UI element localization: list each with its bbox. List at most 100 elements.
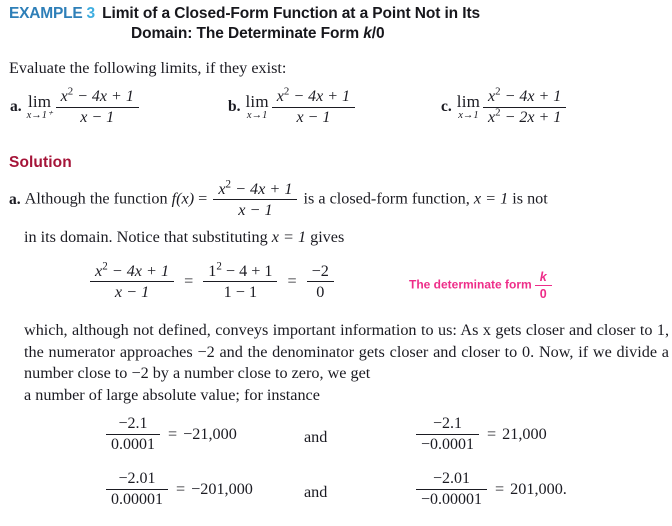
explanation-paragraph-text: which, although not defined, conveys imp…: [24, 321, 669, 382]
determinate-note-text: The determinate form: [409, 277, 532, 292]
limit-subscript-c: x→1: [458, 110, 479, 122]
bottom-row-2-left-fraction: −2.01 0.00001: [106, 470, 168, 509]
bottom-row-1-left-equals: =: [168, 424, 178, 443]
problem-letter-b: b.: [228, 98, 241, 116]
bottom-row-1-left-value: −21,000: [183, 424, 237, 443]
problem-letter-a: a.: [10, 98, 22, 116]
fraction-denominator-c: x2 − 2x + 1: [483, 106, 567, 127]
solution-x-equals-1: x = 1: [473, 189, 509, 208]
bottom-row-2-right-denominator: −0.00001: [416, 488, 488, 509]
bottom-row-1-left-denominator: 0.0001: [106, 433, 160, 454]
fraction-numerator-c: x2 − 4x + 1: [483, 86, 566, 107]
example-title-text-2-pre: Domain: The Determinate Form: [131, 25, 364, 42]
limit-problem-b: b. lim x→1 x2 − 4x + 1x − 1: [228, 86, 357, 127]
determinate-form-annotation: The determinate form k 0: [409, 270, 554, 301]
fraction-a: x2 − 4x + 1x − 1: [55, 86, 139, 127]
example-title-text: Limit of a Closed-Form Function at a Poi…: [102, 5, 481, 22]
solution-part-a-line-2: in its domain. Notice that substituting …: [24, 227, 344, 248]
limit-operator-label-a: lim: [27, 92, 52, 112]
limits-problem-row: a. lim x→1⁺ x2 − 4x + 1x − 1 b. lim x→1 x2 − 4…: [0, 86, 672, 146]
example-title-line-2: Domain: The Determinate Form k/0: [131, 25, 385, 43]
display-equals-2: =: [287, 272, 297, 291]
determinate-note-numerator: k: [539, 270, 547, 284]
limit-subscript-b: x→1: [246, 110, 268, 122]
limit-problem-c: c. lim x→1 x2 − 4x + 1 x2 − 2x + 1: [441, 86, 568, 127]
display-fraction-2: 12 − 4 + 11 − 1: [203, 261, 278, 301]
solution-equals: =: [194, 189, 212, 208]
bottom-row-1-left-numerator: −2.1: [118, 415, 148, 432]
bottom-row-2-left-equals: =: [176, 479, 186, 498]
num-var-b: x: [276, 88, 284, 105]
bottom-row-2-right-numerator: −2.01: [433, 470, 471, 487]
limit-operator-b: lim x→1: [246, 93, 269, 122]
solution-text-post: is a closed-form function,: [299, 189, 474, 208]
determinate-note-denominator: 0: [534, 285, 552, 301]
evaluate-instruction: Evaluate the following limits, if they e…: [9, 59, 287, 77]
num-rest-c: − 4x + 1: [500, 88, 562, 105]
function-fx: f(x): [171, 189, 195, 208]
display-frac3-numerator: −2: [311, 262, 329, 280]
bottom-row-2-left-denominator: 0.00001: [106, 488, 168, 509]
fraction-b: x2 − 4x + 1x − 1: [271, 86, 356, 127]
solution-fraction-denominator: x − 1: [213, 199, 298, 219]
bottom-row-2-right-equals: =: [495, 479, 505, 498]
eq2-num-rest: − 4 + 1: [221, 262, 273, 280]
fraction-c: x2 − 4x + 1 x2 − 2x + 1: [483, 86, 567, 127]
solution-part-letter-a: a.: [9, 191, 21, 209]
fraction-denominator-a: x − 1: [55, 106, 139, 127]
solution-fraction: x2 − 4x + 1x − 1: [213, 179, 298, 219]
example-title-line-1: EXAMPLE 3 Limit of a Closed-Form Function …: [9, 3, 665, 24]
num-rest-b: − 4x + 1: [289, 88, 351, 105]
bottom-row-1-right-numerator: −2.1: [433, 415, 463, 432]
limit-operator-label-c: lim: [456, 92, 481, 112]
bottom-row-2-right-fraction: −2.01 −0.00001: [416, 470, 488, 509]
display-frac2-numerator: 12 − 4 + 1: [203, 261, 277, 281]
problem-letter-c: c.: [441, 98, 452, 116]
solution-part-a-line-1: a. Although the function f(x) = x2 − 4x +…: [9, 179, 669, 219]
eq1-num-rest: − 4x + 1: [107, 262, 170, 280]
limit-problem-a: a. lim x→1⁺ x2 − 4x + 1x − 1: [10, 86, 141, 127]
bottom-row-2-right: −2.01 −0.00001 = 201,000.: [414, 470, 567, 509]
num-var-a: x: [60, 88, 68, 105]
sol-num-rest: − 4x + 1: [231, 180, 293, 198]
bottom-row-2-conjunction: and: [304, 483, 328, 501]
bottom-row-1-left: −2.1 0.0001 = −21,000: [104, 415, 237, 454]
solution-line2-pre: in its domain. Notice that substituting: [24, 228, 272, 246]
explanation-paragraph-last-line: a number of large absolute value; for in…: [24, 385, 320, 404]
limit-operator-c: lim x→1: [457, 93, 480, 122]
fraction-numerator-b: x2 − 4x + 1: [272, 86, 355, 107]
bottom-row-1-left-fraction: −2.1 0.0001: [106, 415, 160, 454]
limit-subscript-a: x→1⁺: [26, 110, 53, 122]
den-rest-c: − 2x + 1: [500, 108, 562, 126]
bottom-row-1-right-fraction: −2.1 −0.0001: [416, 415, 480, 454]
solution-line2-x-equals-1: x = 1: [271, 228, 307, 246]
bottom-row-2-left-numerator: −2.01: [118, 470, 156, 487]
fraction-denominator-b: x − 1: [271, 106, 356, 127]
fraction-numerator-a: x2 − 4x + 1: [56, 86, 139, 107]
num-rest-a: − 4x + 1: [73, 88, 134, 105]
solution-line2-post: gives: [306, 228, 345, 246]
display-fraction-1: x2 − 4x + 1x − 1: [90, 261, 175, 301]
solution-heading: Solution: [9, 154, 72, 171]
display-frac1-numerator: x2 − 4x + 1: [90, 261, 174, 281]
explanation-paragraph: which, although not defined, conveys imp…: [24, 320, 669, 406]
bottom-row-2-left-value: −201,000: [191, 479, 253, 498]
sol-num-var: x: [218, 180, 226, 198]
solution-text-tail: is not: [508, 189, 548, 208]
display-frac1-denominator: x − 1: [90, 281, 175, 301]
limit-operator-a: lim x→1⁺: [27, 93, 53, 122]
bottom-row-1-conjunction: and: [304, 428, 328, 446]
display-equation: x2 − 4x + 1x − 1 = 12 − 4 + 11 − 1 = −2 0: [88, 261, 336, 301]
solution-fraction-numerator: x2 − 4x + 1: [213, 179, 297, 199]
example-header: EXAMPLE 3 Limit of a Closed-Form Function …: [9, 3, 665, 42]
example-title-k-symbol: k: [363, 25, 372, 42]
display-fraction-3: −2 0: [306, 262, 334, 301]
display-frac2-denominator: 1 − 1: [203, 281, 278, 301]
example-number: 3: [86, 5, 96, 22]
bottom-row-2-left: −2.01 0.00001 = −201,000: [104, 470, 253, 509]
solution-text-pre: Although the function: [24, 189, 172, 208]
example-label: EXAMPLE: [9, 5, 83, 22]
bottom-row-1-right-denominator: −0.0001: [416, 433, 480, 454]
bottom-row-2-right-value: 201,000.: [510, 479, 567, 498]
determinate-note-fraction: k0: [534, 270, 552, 301]
